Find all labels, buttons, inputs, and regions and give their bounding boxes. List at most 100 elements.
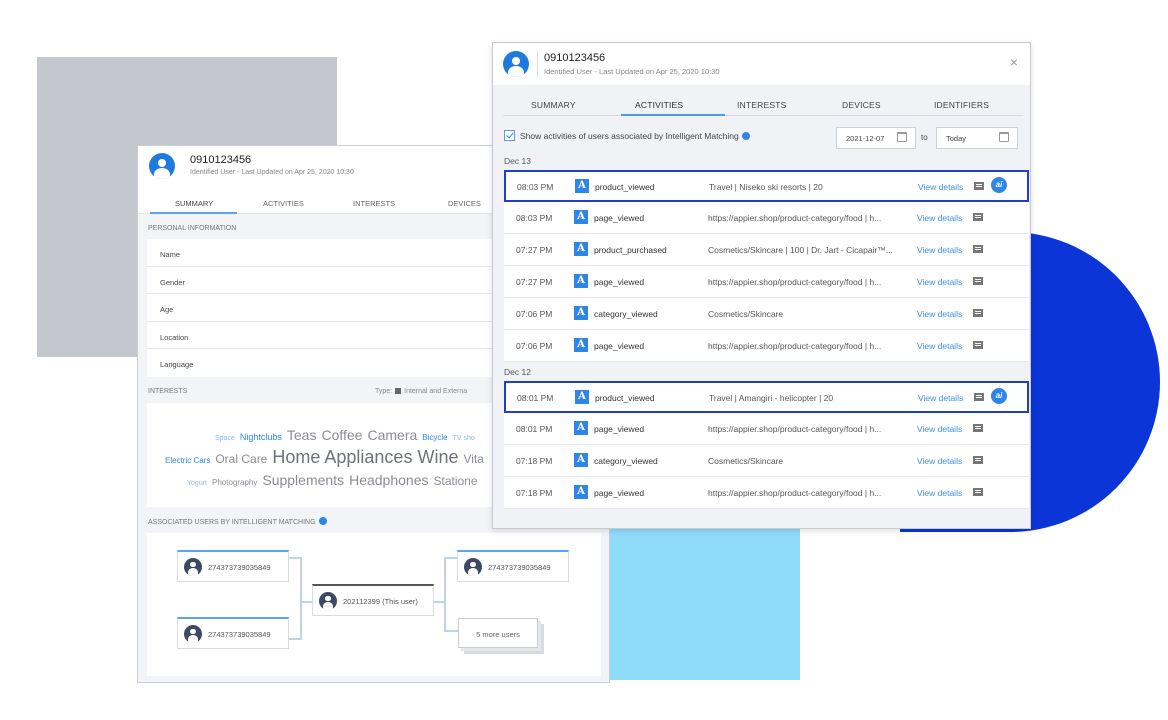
- tab-devices[interactable]: DEVICES: [842, 100, 881, 110]
- activity-row[interactable]: 07:18 PM Apage_viewed https://appier.shop/…: [504, 477, 1029, 509]
- activity-time: 08:01 PM: [517, 393, 554, 403]
- tab-activities[interactable]: ACTIVITIES: [635, 100, 683, 110]
- view-details-link[interactable]: View details: [918, 393, 963, 403]
- view-details-link[interactable]: View details: [917, 245, 962, 255]
- event-name: category_viewed: [594, 456, 658, 466]
- checkbox-label-row: Show activities of users associated by I…: [520, 131, 750, 141]
- interest-word[interactable]: Nightclubs: [240, 432, 282, 442]
- activity-row[interactable]: 07:27 PM Apage_viewed https://appier.shop/…: [504, 266, 1029, 298]
- event-name: product_viewed: [595, 393, 655, 403]
- associated-user-node[interactable]: 274373739035849: [457, 550, 569, 582]
- activity-row[interactable]: 08:01 PM Aproduct_viewed Travel | Amangiri…: [504, 381, 1029, 413]
- event-detail: Travel | Amangiri - helicopter | 20: [709, 393, 834, 403]
- view-details-link[interactable]: View details: [917, 456, 962, 466]
- details-doc-icon[interactable]: [973, 245, 983, 253]
- activity-time: 07:18 PM: [516, 488, 553, 498]
- interest-word[interactable]: Wine: [417, 447, 458, 467]
- active-tab-indicator: [150, 212, 237, 214]
- type-value: Internal and Externa: [404, 388, 468, 395]
- interest-word[interactable]: Camera: [367, 427, 417, 443]
- activity-row[interactable]: 07:06 PM Acategory_viewed Cosmetics/Skinca…: [504, 298, 1029, 330]
- event-name: page_viewed: [594, 341, 645, 351]
- calendar-icon[interactable]: [999, 132, 1009, 142]
- view-details-link[interactable]: View details: [918, 182, 963, 192]
- intelligent-matching-checkbox[interactable]: [504, 130, 515, 141]
- date-to-value: Today: [946, 134, 967, 143]
- event-source-icon: A: [574, 421, 588, 435]
- tab-interests[interactable]: INTERESTS: [737, 100, 787, 110]
- event-source-icon: A: [575, 179, 589, 193]
- ai-matched-icon: ai: [991, 177, 1007, 193]
- activity-row[interactable]: 07:06 PM Apage_viewed https://appier.shop/…: [504, 330, 1029, 362]
- details-doc-icon[interactable]: [974, 393, 984, 401]
- decor-cyan-square: [600, 505, 800, 680]
- interest-word[interactable]: Photography: [212, 478, 257, 487]
- calendar-icon[interactable]: [897, 132, 907, 142]
- view-details-link[interactable]: View details: [917, 424, 962, 434]
- user-subtitle: Identified User - Last Updated on Apr 25…: [544, 67, 720, 76]
- event-name: page_viewed: [594, 277, 645, 287]
- activity-row[interactable]: 08:01 PM Apage_viewed https://appier.shop/…: [504, 413, 1029, 445]
- node-user-id: 274373739035849: [488, 563, 551, 572]
- user-avatar-icon: [184, 625, 202, 643]
- tab-devices[interactable]: DEVICES: [448, 199, 481, 208]
- type-swatch-icon: [395, 388, 402, 394]
- interest-word[interactable]: Teas: [287, 427, 317, 443]
- interest-word[interactable]: Electric Cars: [165, 456, 210, 465]
- details-doc-icon[interactable]: [973, 341, 983, 349]
- details-doc-icon[interactable]: [974, 182, 984, 190]
- user-id: 0910123456: [544, 52, 606, 64]
- event-detail: https://appier.shop/product-category/foo…: [708, 213, 882, 223]
- details-doc-icon[interactable]: [973, 213, 983, 221]
- activity-row[interactable]: 07:18 PM Acategory_viewed Cosmetics/Skinca…: [504, 445, 1029, 477]
- interest-word[interactable]: Oral Care: [215, 452, 267, 466]
- interest-word[interactable]: Home Appliances: [272, 447, 412, 467]
- details-doc-icon[interactable]: [973, 309, 983, 317]
- tab-summary[interactable]: SUMMARY: [175, 199, 213, 208]
- interest-word[interactable]: Yogurt: [187, 480, 207, 487]
- interest-word[interactable]: TV sho: [453, 435, 475, 442]
- activity-row[interactable]: 08:03 PM Apage_viewed https://appier.shop/…: [504, 202, 1029, 234]
- details-doc-icon[interactable]: [973, 456, 983, 464]
- event-name: page_viewed: [594, 213, 645, 223]
- date-range-to-label: to: [921, 133, 928, 142]
- close-icon[interactable]: ×: [1010, 55, 1018, 69]
- cloud-line: Electric Cars Oral Care Home Appliances Win…: [165, 447, 489, 468]
- user-id: 0910123456: [190, 154, 252, 166]
- event-detail: Cosmetics/Skincare | 100 | Dr. Jart - Ci…: [708, 245, 893, 255]
- user-subtitle: Identified User - Last Updated on Apr 25…: [190, 169, 354, 176]
- details-doc-icon[interactable]: [973, 488, 983, 496]
- view-details-link[interactable]: View details: [917, 341, 962, 351]
- interest-word[interactable]: Bicycle: [422, 433, 447, 442]
- associated-user-node[interactable]: 274373739035849: [177, 550, 289, 582]
- interest-type-filter[interactable]: Type: Internal and Externa: [375, 388, 467, 395]
- view-details-link[interactable]: View details: [917, 488, 962, 498]
- view-details-link[interactable]: View details: [917, 213, 962, 223]
- interest-word[interactable]: Headphones: [349, 472, 428, 488]
- interest-word[interactable]: Supplements: [262, 472, 344, 488]
- view-details-link[interactable]: View details: [917, 277, 962, 287]
- details-doc-icon[interactable]: [973, 424, 983, 432]
- more-users-stack[interactable]: 5 more users: [458, 618, 538, 648]
- this-user-node[interactable]: 202112399 (This user): [312, 584, 434, 616]
- event-detail: https://appier.shop/product-category/foo…: [708, 488, 882, 498]
- interest-word[interactable]: Vita: [463, 452, 483, 466]
- tab-activities[interactable]: ACTIVITIES: [263, 199, 304, 208]
- details-doc-icon[interactable]: [973, 277, 983, 285]
- tab-interests[interactable]: INTERESTS: [353, 199, 395, 208]
- user-avatar-icon: [149, 153, 175, 179]
- activity-row[interactable]: 07:27 PM Aproduct_purchased Cosmetics/Skin…: [504, 234, 1029, 266]
- interest-word[interactable]: Coffee: [321, 427, 362, 443]
- tab-identifiers[interactable]: IDENTIFIERS: [934, 100, 989, 110]
- associated-user-node[interactable]: 274373739035849: [177, 617, 289, 649]
- interest-word[interactable]: Statione: [433, 474, 477, 488]
- event-name: category_viewed: [594, 309, 658, 319]
- activity-row[interactable]: 08:03 PM Aproduct_viewed Travel | Niseko s…: [504, 170, 1029, 202]
- date-from-input[interactable]: 2021-12-07: [836, 127, 916, 149]
- interest-word[interactable]: Space: [215, 435, 235, 442]
- user-avatar-icon: [184, 558, 202, 576]
- view-details-link[interactable]: View details: [917, 309, 962, 319]
- date-to-input[interactable]: Today: [936, 127, 1018, 149]
- tab-summary[interactable]: SUMMARY: [531, 100, 576, 110]
- event-detail: Cosmetics/Skincare: [708, 309, 784, 319]
